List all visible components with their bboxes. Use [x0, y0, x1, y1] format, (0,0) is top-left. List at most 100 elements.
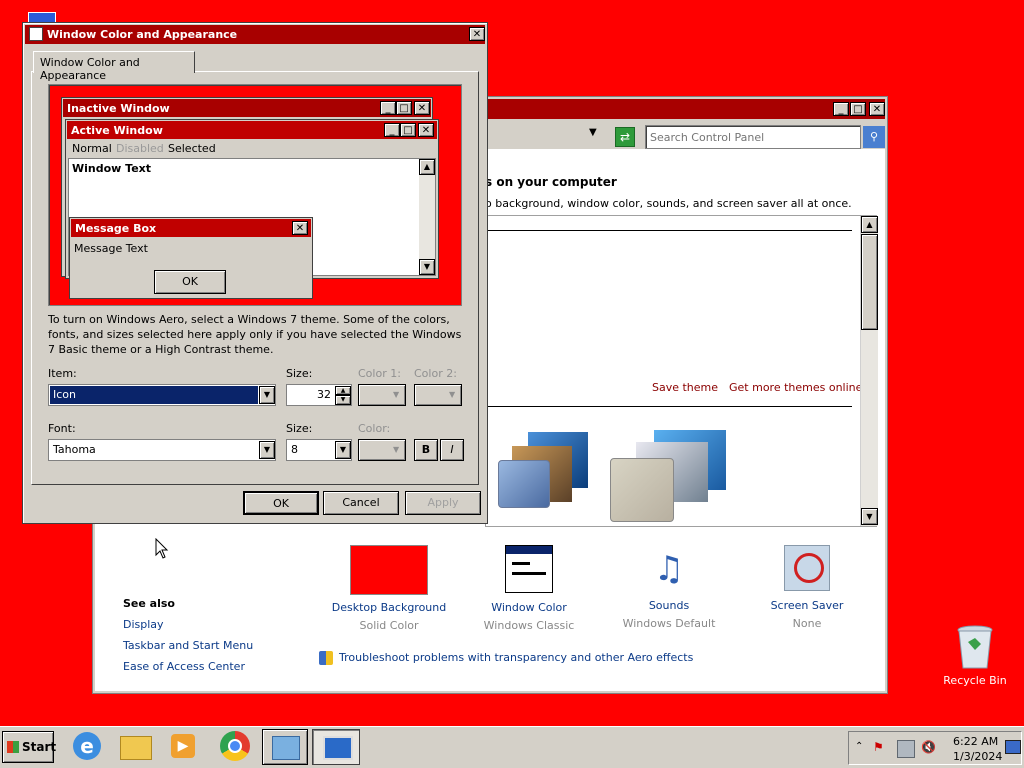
theme-list-scrollbar[interactable]: ▲ ▼ [860, 216, 878, 526]
volume-muted-icon[interactable]: 🔇 [921, 740, 937, 756]
item-select[interactable]: Icon ▼ [48, 384, 276, 406]
screen-saver-icon [784, 545, 830, 591]
media-player-icon[interactable]: ▶ [166, 731, 200, 763]
recycle-bin-label: Recycle Bin [943, 674, 1007, 687]
color2-label: Color 2: [414, 367, 457, 380]
tile-screen-saver-sub: None [792, 617, 822, 630]
font-size-label: Size: [286, 422, 313, 435]
size-spinner-up[interactable]: ▲ [335, 386, 351, 395]
more-themes-link[interactable]: Get more themes online [729, 381, 862, 394]
cp-close-button[interactable]: ✕ [869, 102, 885, 116]
preview-menu-normal: Normal [72, 142, 112, 155]
theme-divider-top [486, 230, 852, 231]
size-spinner[interactable]: 32 ▲ ▼ [286, 384, 352, 406]
see-also-taskbar[interactable]: Taskbar and Start Menu [123, 639, 253, 652]
see-also-heading: See also [123, 597, 175, 610]
search-input[interactable] [645, 125, 861, 149]
preview-window-text: Window Text [72, 162, 152, 175]
save-theme-link[interactable]: Save theme [652, 381, 718, 394]
tab-window-color-appearance[interactable]: Window Color and Appearance [33, 51, 195, 82]
see-also-display[interactable]: Display [123, 618, 164, 631]
size-label: Size: [286, 367, 313, 380]
tile-window-color-sub: Windows Classic [483, 619, 575, 632]
size-spinner-down[interactable]: ▼ [335, 395, 351, 405]
preview-menu-selected: Selected [168, 142, 216, 155]
show-desktop-icon[interactable] [1005, 740, 1021, 754]
appearance-dialog: Window Color and Appearance ✕ Window Col… [22, 22, 488, 524]
preview-msgbox-ok: OK [154, 270, 226, 294]
search-icon[interactable]: ⚲ [863, 126, 885, 148]
tile-sounds[interactable]: ♫ Sounds Windows Default [607, 545, 731, 630]
item-label: Item: [48, 367, 77, 380]
dialog-cancel-button[interactable]: Cancel [323, 491, 399, 515]
window-color-icon [505, 545, 553, 593]
font-size-select[interactable]: 8 ▼ [286, 439, 352, 461]
control-panel-icon [272, 736, 300, 760]
dialog-ok-button[interactable]: OK [243, 491, 319, 515]
italic-button[interactable]: I [440, 439, 464, 461]
taskbar: Start e ▶ ⌃ ⚑ 🔇 6:22 AM 1/3/2024 [0, 726, 1024, 768]
tile-screen-saver-title: Screen Saver [770, 599, 844, 612]
cp-address-dropdown[interactable]: ▼ [589, 127, 607, 145]
appearance-task[interactable] [312, 729, 360, 765]
see-also-ease-of-access[interactable]: Ease of Access Center [123, 660, 245, 673]
clock-time[interactable]: 6:22 AM [953, 735, 998, 748]
dialog-title-bar[interactable]: Window Color and Appearance [25, 25, 485, 44]
theme-list[interactable]: Save theme Get more themes online ▲ ▼ [485, 215, 878, 527]
sounds-icon: ♫ [653, 549, 685, 589]
clock-date[interactable]: 1/3/2024 [953, 750, 1002, 763]
tile-screen-saver[interactable]: Screen Saver None [745, 545, 869, 630]
tile-window-color[interactable]: Window Color Windows Classic [467, 545, 591, 632]
font-dropdown-arrow[interactable]: ▼ [259, 441, 275, 459]
tile-window-color-title: Window Color [491, 601, 567, 614]
tray-expand-icon[interactable]: ⌃ [855, 741, 863, 752]
troubleshoot-link[interactable]: Troubleshoot problems with transparency … [339, 651, 693, 664]
preview-inactive-max: □ [396, 101, 412, 115]
theme-thumb-architecture[interactable] [498, 428, 588, 508]
preview-message-box: Message Box ✕ Message Text OK [69, 217, 313, 299]
display-settings-icon [323, 736, 353, 760]
tile-desktop-background[interactable]: Desktop Background Solid Color [327, 545, 451, 632]
control-panel-task[interactable] [262, 729, 308, 765]
desktop-background-swatch [350, 545, 428, 595]
preview-menu-disabled: Disabled [116, 142, 164, 155]
scroll-thumb[interactable] [861, 234, 878, 330]
dialog-app-icon [29, 27, 43, 41]
chrome-icon[interactable] [218, 731, 252, 763]
font-size-value: 8 [291, 443, 298, 456]
scroll-up-arrow[interactable]: ▲ [861, 216, 878, 233]
color1-button[interactable]: ▼ [358, 384, 406, 406]
network-icon[interactable] [897, 740, 915, 758]
start-button[interactable]: Start [2, 731, 56, 763]
desktop-icon-recycle-bin[interactable]: Recycle Bin [940, 624, 1010, 690]
font-size-dropdown-arrow[interactable]: ▼ [335, 441, 351, 459]
preview-scrollbar: ▲ ▼ [419, 159, 435, 275]
item-dropdown-arrow[interactable]: ▼ [259, 386, 275, 404]
recycle-bin-icon [957, 625, 993, 669]
color2-button[interactable]: ▼ [414, 384, 462, 406]
font-select-value: Tahoma [53, 443, 96, 456]
preview-inactive-titlebar: Inactive Window [63, 99, 431, 117]
theme-thumb-nature[interactable] [610, 428, 730, 522]
font-color-button[interactable]: ▼ [358, 439, 406, 461]
action-center-icon[interactable]: ⚑ [873, 740, 889, 756]
dialog-close-button[interactable]: ✕ [469, 27, 485, 41]
tile-desktop-background-title: Desktop Background [331, 601, 447, 614]
scroll-down-arrow[interactable]: ▼ [861, 508, 878, 525]
bold-button[interactable]: B [414, 439, 438, 461]
aero-info-text: To turn on Windows Aero, select a Window… [48, 313, 462, 356]
dialog-apply-button[interactable]: Apply [405, 491, 481, 515]
cp-maximize-button[interactable]: □ [850, 102, 866, 116]
ie-icon[interactable]: e [70, 731, 104, 763]
cp-minimize-button[interactable]: _ [833, 102, 849, 116]
preview-msgbox-close: ✕ [292, 221, 308, 235]
explorer-icon[interactable] [118, 731, 152, 763]
page-heading: s on your computer [485, 175, 617, 189]
tile-desktop-background-sub: Solid Color [359, 619, 419, 632]
preview-active-min: _ [384, 123, 400, 137]
refresh-icon[interactable]: ⇄ [615, 127, 635, 147]
font-select[interactable]: Tahoma ▼ [48, 439, 276, 461]
font-label: Font: [48, 422, 76, 435]
tile-sounds-title: Sounds [648, 599, 690, 612]
system-tray: ⌃ ⚑ 🔇 6:22 AM 1/3/2024 [848, 731, 1022, 765]
